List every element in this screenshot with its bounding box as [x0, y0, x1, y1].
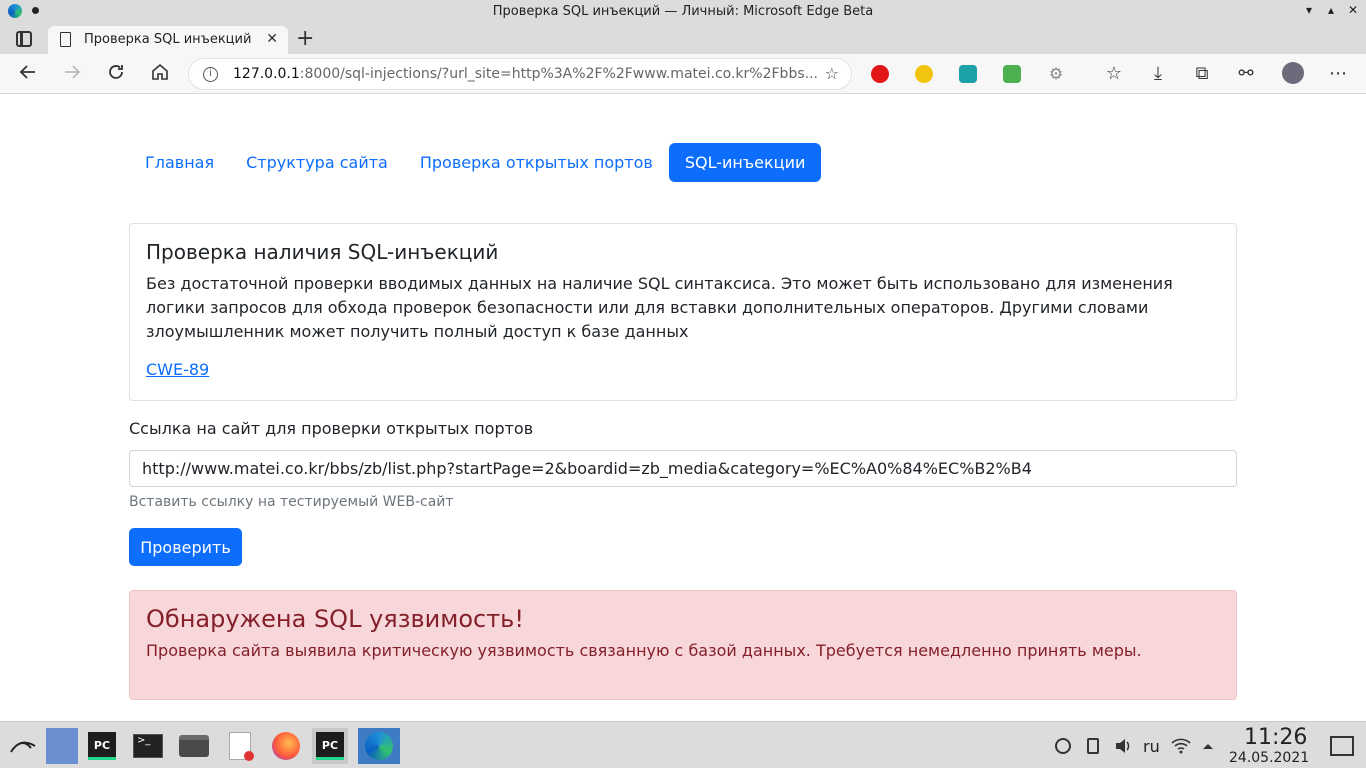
- vulnerability-alert: Обнаружена SQL уязвимость! Проверка сайт…: [129, 590, 1237, 700]
- clock-time[interactable]: 11:26: [1244, 725, 1307, 750]
- extension-yellow-icon[interactable]: [915, 65, 933, 83]
- url-help-text: Вставить ссылку на тестируемый WEB-сайт: [129, 494, 454, 510]
- window-title: Проверка SQL инъекций — Личный: Microsof…: [492, 4, 874, 19]
- kali-menu-icon[interactable]: [6, 728, 42, 764]
- avatar[interactable]: [1282, 62, 1304, 84]
- volume-icon[interactable]: [1110, 728, 1136, 764]
- tab-strip: Проверка SQL инъекций ✕ +: [0, 24, 1366, 54]
- page-icon: [60, 32, 71, 47]
- network-monitor-icon[interactable]: [1050, 728, 1076, 764]
- alert-text: Проверка сайта выявила критическую уязви…: [146, 641, 1142, 660]
- page-content: Главная Структура сайта Проверка открыты…: [0, 95, 1366, 721]
- tab-actions-icon[interactable]: [16, 31, 32, 47]
- tab-title: Проверка SQL инъекций: [84, 32, 252, 47]
- url-input[interactable]: [129, 450, 1237, 487]
- pycharm-icon[interactable]: PC: [84, 728, 120, 764]
- tab-close-icon[interactable]: ✕: [266, 31, 278, 47]
- workspace-switcher-icon[interactable]: [46, 728, 78, 764]
- extension-gear-icon[interactable]: ⚙: [1047, 65, 1065, 83]
- info-card: Проверка наличия SQL-инъекций Без достат…: [129, 223, 1237, 401]
- downloads-icon[interactable]: ⤓: [1146, 62, 1170, 86]
- minimize-button[interactable]: ▾: [1302, 3, 1316, 17]
- url-field-label: Ссылка на сайт для проверки открытых пор…: [129, 419, 534, 438]
- home-icon[interactable]: [148, 62, 172, 86]
- wifi-icon[interactable]: [1168, 728, 1194, 764]
- nav-item-open-ports[interactable]: Проверка открытых портов: [404, 143, 669, 182]
- pycharm-window-icon[interactable]: PC: [312, 728, 348, 764]
- show-desktop-icon[interactable]: [1326, 728, 1358, 764]
- alert-title: Обнаружена SQL уязвимость!: [146, 605, 524, 633]
- card-title: Проверка наличия SQL-инъекций: [146, 240, 499, 264]
- back-icon[interactable]: [16, 62, 40, 86]
- nav-item-site-structure[interactable]: Структура сайта: [230, 143, 404, 182]
- forward-icon[interactable]: [60, 62, 84, 86]
- check-button[interactable]: Проверить: [129, 528, 242, 566]
- browser-tab[interactable]: Проверка SQL инъекций ✕: [48, 26, 288, 54]
- files-icon[interactable]: [176, 728, 212, 764]
- nav-item-sql-injections[interactable]: SQL-инъекции: [668, 143, 822, 182]
- edge-beta-window-icon[interactable]: [358, 728, 400, 764]
- add-favorite-icon[interactable]: ☆: [825, 64, 839, 83]
- cwe-link[interactable]: CWE-89: [146, 360, 209, 379]
- taskbar: PC >_ PC ru 11:26 24.05.2021: [0, 721, 1366, 768]
- new-tab-button[interactable]: +: [296, 26, 314, 51]
- browser-toolbar: i 127.0.0.1:8000/sql-injections/?url_sit…: [0, 54, 1366, 94]
- address-bar[interactable]: i 127.0.0.1:8000/sql-injections/?url_sit…: [188, 58, 852, 90]
- window-titlebar: Проверка SQL инъекций — Личный: Microsof…: [0, 0, 1366, 24]
- collections-icon[interactable]: ⧉: [1190, 62, 1214, 86]
- keyboard-layout[interactable]: ru: [1143, 737, 1160, 756]
- extension-teal-icon[interactable]: [959, 65, 977, 83]
- firefox-icon[interactable]: [268, 728, 304, 764]
- tray-expand-icon[interactable]: [1196, 728, 1220, 764]
- more-menu-icon[interactable]: ⋯: [1326, 62, 1350, 86]
- card-text: Без достаточной проверки вводимых данных…: [146, 274, 1173, 341]
- main-nav: Главная Структура сайта Проверка открыты…: [129, 143, 822, 182]
- maximize-button[interactable]: ▴: [1324, 3, 1338, 17]
- extension-green-icon[interactable]: [1003, 65, 1021, 83]
- favorites-icon[interactable]: ☆: [1102, 62, 1126, 86]
- site-info-icon[interactable]: i: [203, 67, 218, 82]
- text-editor-icon[interactable]: [222, 728, 258, 764]
- clipboard-icon[interactable]: [1080, 728, 1106, 764]
- url-text[interactable]: 127.0.0.1:8000/sql-injections/?url_site=…: [233, 66, 818, 82]
- nav-item-home[interactable]: Главная: [129, 143, 230, 182]
- profile-sync-icon[interactable]: ⚯: [1234, 62, 1258, 86]
- opera-extension-icon[interactable]: [871, 65, 889, 83]
- clock-date[interactable]: 24.05.2021: [1229, 750, 1309, 766]
- refresh-icon[interactable]: [104, 62, 128, 86]
- close-window-button[interactable]: ✕: [1346, 3, 1360, 17]
- terminal-icon[interactable]: >_: [130, 728, 166, 764]
